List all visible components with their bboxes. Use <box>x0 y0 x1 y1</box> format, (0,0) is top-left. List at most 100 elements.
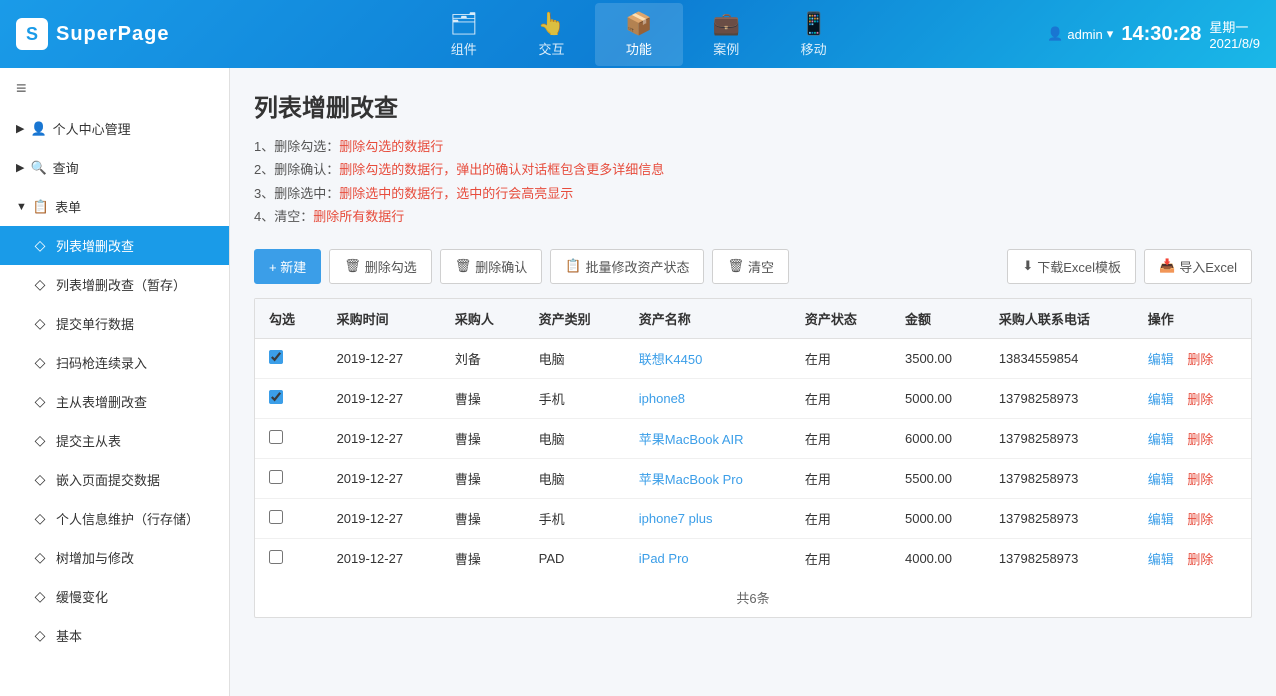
main-layout: ≡ ▶ 👤 个人中心管理 ▶ 🔍 查询 ▼ 📋 表单 ◇ 列表增删改查 ◇ 列表… <box>0 68 1276 696</box>
sidebar-item-scan[interactable]: ◇ 扫码枪连续录入 <box>0 343 229 382</box>
cell-amount: 5000.00 <box>891 498 985 538</box>
edit-button[interactable]: 编辑 <box>1148 392 1174 407</box>
edit-button[interactable]: 编辑 <box>1148 472 1174 487</box>
sidebar-item-tree-add[interactable]: ◇ 树增加与修改 <box>0 538 229 577</box>
sidebar-group-personal[interactable]: ▶ 👤 个人中心管理 <box>0 109 229 148</box>
sidebar-item-submit-master[interactable]: ◇ 提交主从表 <box>0 421 229 460</box>
diamond-icon5: ◇ <box>32 393 48 410</box>
sidebar-item-list-crud-temp[interactable]: ◇ 列表增删改查（暂存） <box>0 265 229 304</box>
cell-buyer: 曹操 <box>441 538 525 578</box>
sidebar-item-slow-change[interactable]: ◇ 缓慢变化 <box>0 577 229 616</box>
cell-category: 电脑 <box>525 418 625 458</box>
download-excel-button[interactable]: ⬇ 下载Excel模板 <box>1007 249 1136 284</box>
sidebar-item-embed-submit[interactable]: ◇ 嵌入页面提交数据 <box>0 460 229 499</box>
sidebar-item-master-detail[interactable]: ◇ 主从表增删改查 <box>0 382 229 421</box>
delete-checked-button[interactable]: 🗑 删除勾选 <box>329 249 432 284</box>
row-checkbox[interactable] <box>269 550 283 564</box>
sidebar-item-list-crud[interactable]: ◇ 列表增删改查 <box>0 226 229 265</box>
nav-items: 🗂 组件 👆 交互 📦 功能 💼 案例 📱 移动 <box>230 3 1047 66</box>
nav-item-components[interactable]: 🗂 组件 <box>420 3 508 66</box>
asset-name-link[interactable]: iphone8 <box>639 391 685 406</box>
delete-row-button[interactable]: 删除 <box>1187 552 1213 567</box>
data-table: 勾选 采购时间 采购人 资产类别 资产名称 资产状态 金额 采购人联系电话 操作… <box>255 299 1251 578</box>
edit-button[interactable]: 编辑 <box>1148 432 1174 447</box>
menu-toggle-icon[interactable]: ≡ <box>0 68 229 109</box>
desc-1-highlight: 删除勾选的数据行 <box>339 139 443 154</box>
sidebar-group-table[interactable]: ▼ 📋 表单 <box>0 187 229 226</box>
cell-name: iphone7 plus <box>625 498 791 538</box>
asset-name-link[interactable]: 联想K4450 <box>639 352 703 367</box>
cell-date: 2019-12-27 <box>323 338 441 378</box>
delete-row-button[interactable]: 删除 <box>1187 512 1213 527</box>
cell-category: PAD <box>525 538 625 578</box>
asset-name-link[interactable]: 苹果MacBook AIR <box>639 432 744 447</box>
cell-action: 编辑 删除 <box>1134 418 1251 458</box>
cell-check[interactable] <box>255 418 323 458</box>
import-excel-button[interactable]: 📥 导入Excel <box>1144 249 1252 284</box>
nav-item-cases[interactable]: 💼 案例 <box>683 3 770 66</box>
col-date: 采购时间 <box>323 299 441 339</box>
sidebar-item-basic[interactable]: ◇ 基本 <box>0 616 229 655</box>
nav-item-interaction[interactable]: 👆 交互 <box>508 3 595 66</box>
nav-item-mobile[interactable]: 📱 移动 <box>770 3 857 66</box>
new-button[interactable]: + 新建 <box>254 249 321 284</box>
cell-check[interactable] <box>255 538 323 578</box>
clear-button[interactable]: 🗑 清空 <box>712 249 789 284</box>
user-area[interactable]: 👤 admin ▾ <box>1047 26 1113 42</box>
table-row: 2019-12-27 曹操 电脑 苹果MacBook AIR 在用 6000.0… <box>255 418 1251 458</box>
diamond-icon10: ◇ <box>32 588 48 605</box>
edit-button[interactable]: 编辑 <box>1148 352 1174 367</box>
sidebar-item-single-row[interactable]: ◇ 提交单行数据 <box>0 304 229 343</box>
asset-name-link[interactable]: iPad Pro <box>639 551 689 566</box>
cell-check[interactable] <box>255 498 323 538</box>
dropdown-icon: ▾ <box>1107 26 1114 42</box>
delete-confirm-button[interactable]: 🗑 删除确认 <box>440 249 543 284</box>
row-checkbox[interactable] <box>269 350 283 364</box>
delete-row-button[interactable]: 删除 <box>1187 392 1213 407</box>
delete-row-button[interactable]: 删除 <box>1187 432 1213 447</box>
delete-row-button[interactable]: 删除 <box>1187 472 1213 487</box>
main-content: 列表增删改查 1、删除勾选：删除勾选的数据行 2、删除确认：删除勾选的数据行，弹… <box>230 68 1276 696</box>
delete-row-button[interactable]: 删除 <box>1187 352 1213 367</box>
cell-date: 2019-12-27 <box>323 418 441 458</box>
desc-3-highlight: 删除选中的数据行，选中的行会高亮显示 <box>339 186 573 201</box>
asset-name-link[interactable]: iphone7 plus <box>639 511 713 526</box>
cell-name: iPad Pro <box>625 538 791 578</box>
col-amount: 金额 <box>891 299 985 339</box>
username: admin <box>1067 27 1102 42</box>
cases-icon: 💼 <box>713 11 740 37</box>
table-row: 2019-12-27 刘备 电脑 联想K4450 在用 3500.00 1383… <box>255 338 1251 378</box>
sidebar-slow-change-label: 缓慢变化 <box>56 587 108 606</box>
sidebar-item-personal-info[interactable]: ◇ 个人信息维护（行存储） <box>0 499 229 538</box>
col-name: 资产名称 <box>625 299 791 339</box>
chevron-right-icon2: ▶ <box>16 161 24 174</box>
nav-item-function[interactable]: 📦 功能 <box>595 3 682 66</box>
cell-check[interactable] <box>255 378 323 418</box>
table-row: 2019-12-27 曹操 电脑 苹果MacBook Pro 在用 5500.0… <box>255 458 1251 498</box>
sidebar-master-detail-label: 主从表增删改查 <box>56 392 147 411</box>
row-checkbox[interactable] <box>269 390 283 404</box>
cell-name: 联想K4450 <box>625 338 791 378</box>
cell-check[interactable] <box>255 338 323 378</box>
edit-button[interactable]: 编辑 <box>1148 512 1174 527</box>
row-checkbox[interactable] <box>269 470 283 484</box>
row-checkbox[interactable] <box>269 430 283 444</box>
sidebar-table-label: 表单 <box>55 197 81 216</box>
edit-button[interactable]: 编辑 <box>1148 552 1174 567</box>
batch-update-icon: 📋 <box>565 258 581 274</box>
asset-name-link[interactable]: 苹果MacBook Pro <box>639 472 743 487</box>
desc-2-highlight: 删除勾选的数据行，弹出的确认对话框包含更多详细信息 <box>339 162 664 177</box>
sidebar-group-query[interactable]: ▶ 🔍 查询 <box>0 148 229 187</box>
cell-status: 在用 <box>791 338 891 378</box>
diamond-icon7: ◇ <box>32 471 48 488</box>
cell-check[interactable] <box>255 458 323 498</box>
logo-area: S SuperPage <box>0 18 230 50</box>
row-checkbox[interactable] <box>269 510 283 524</box>
download-icon: ⬇ <box>1022 258 1033 274</box>
table-row: 2019-12-27 曹操 手机 iphone7 plus 在用 5000.00… <box>255 498 1251 538</box>
function-icon: 📦 <box>625 11 652 37</box>
cell-status: 在用 <box>791 538 891 578</box>
batch-update-button[interactable]: 📋 批量修改资产状态 <box>550 249 704 284</box>
toolbar: + 新建 🗑 删除勾选 🗑 删除确认 📋 批量修改资产状态 🗑 清空 ⬇ 下载E <box>254 249 1252 284</box>
user-icon: 👤 <box>1047 26 1063 42</box>
